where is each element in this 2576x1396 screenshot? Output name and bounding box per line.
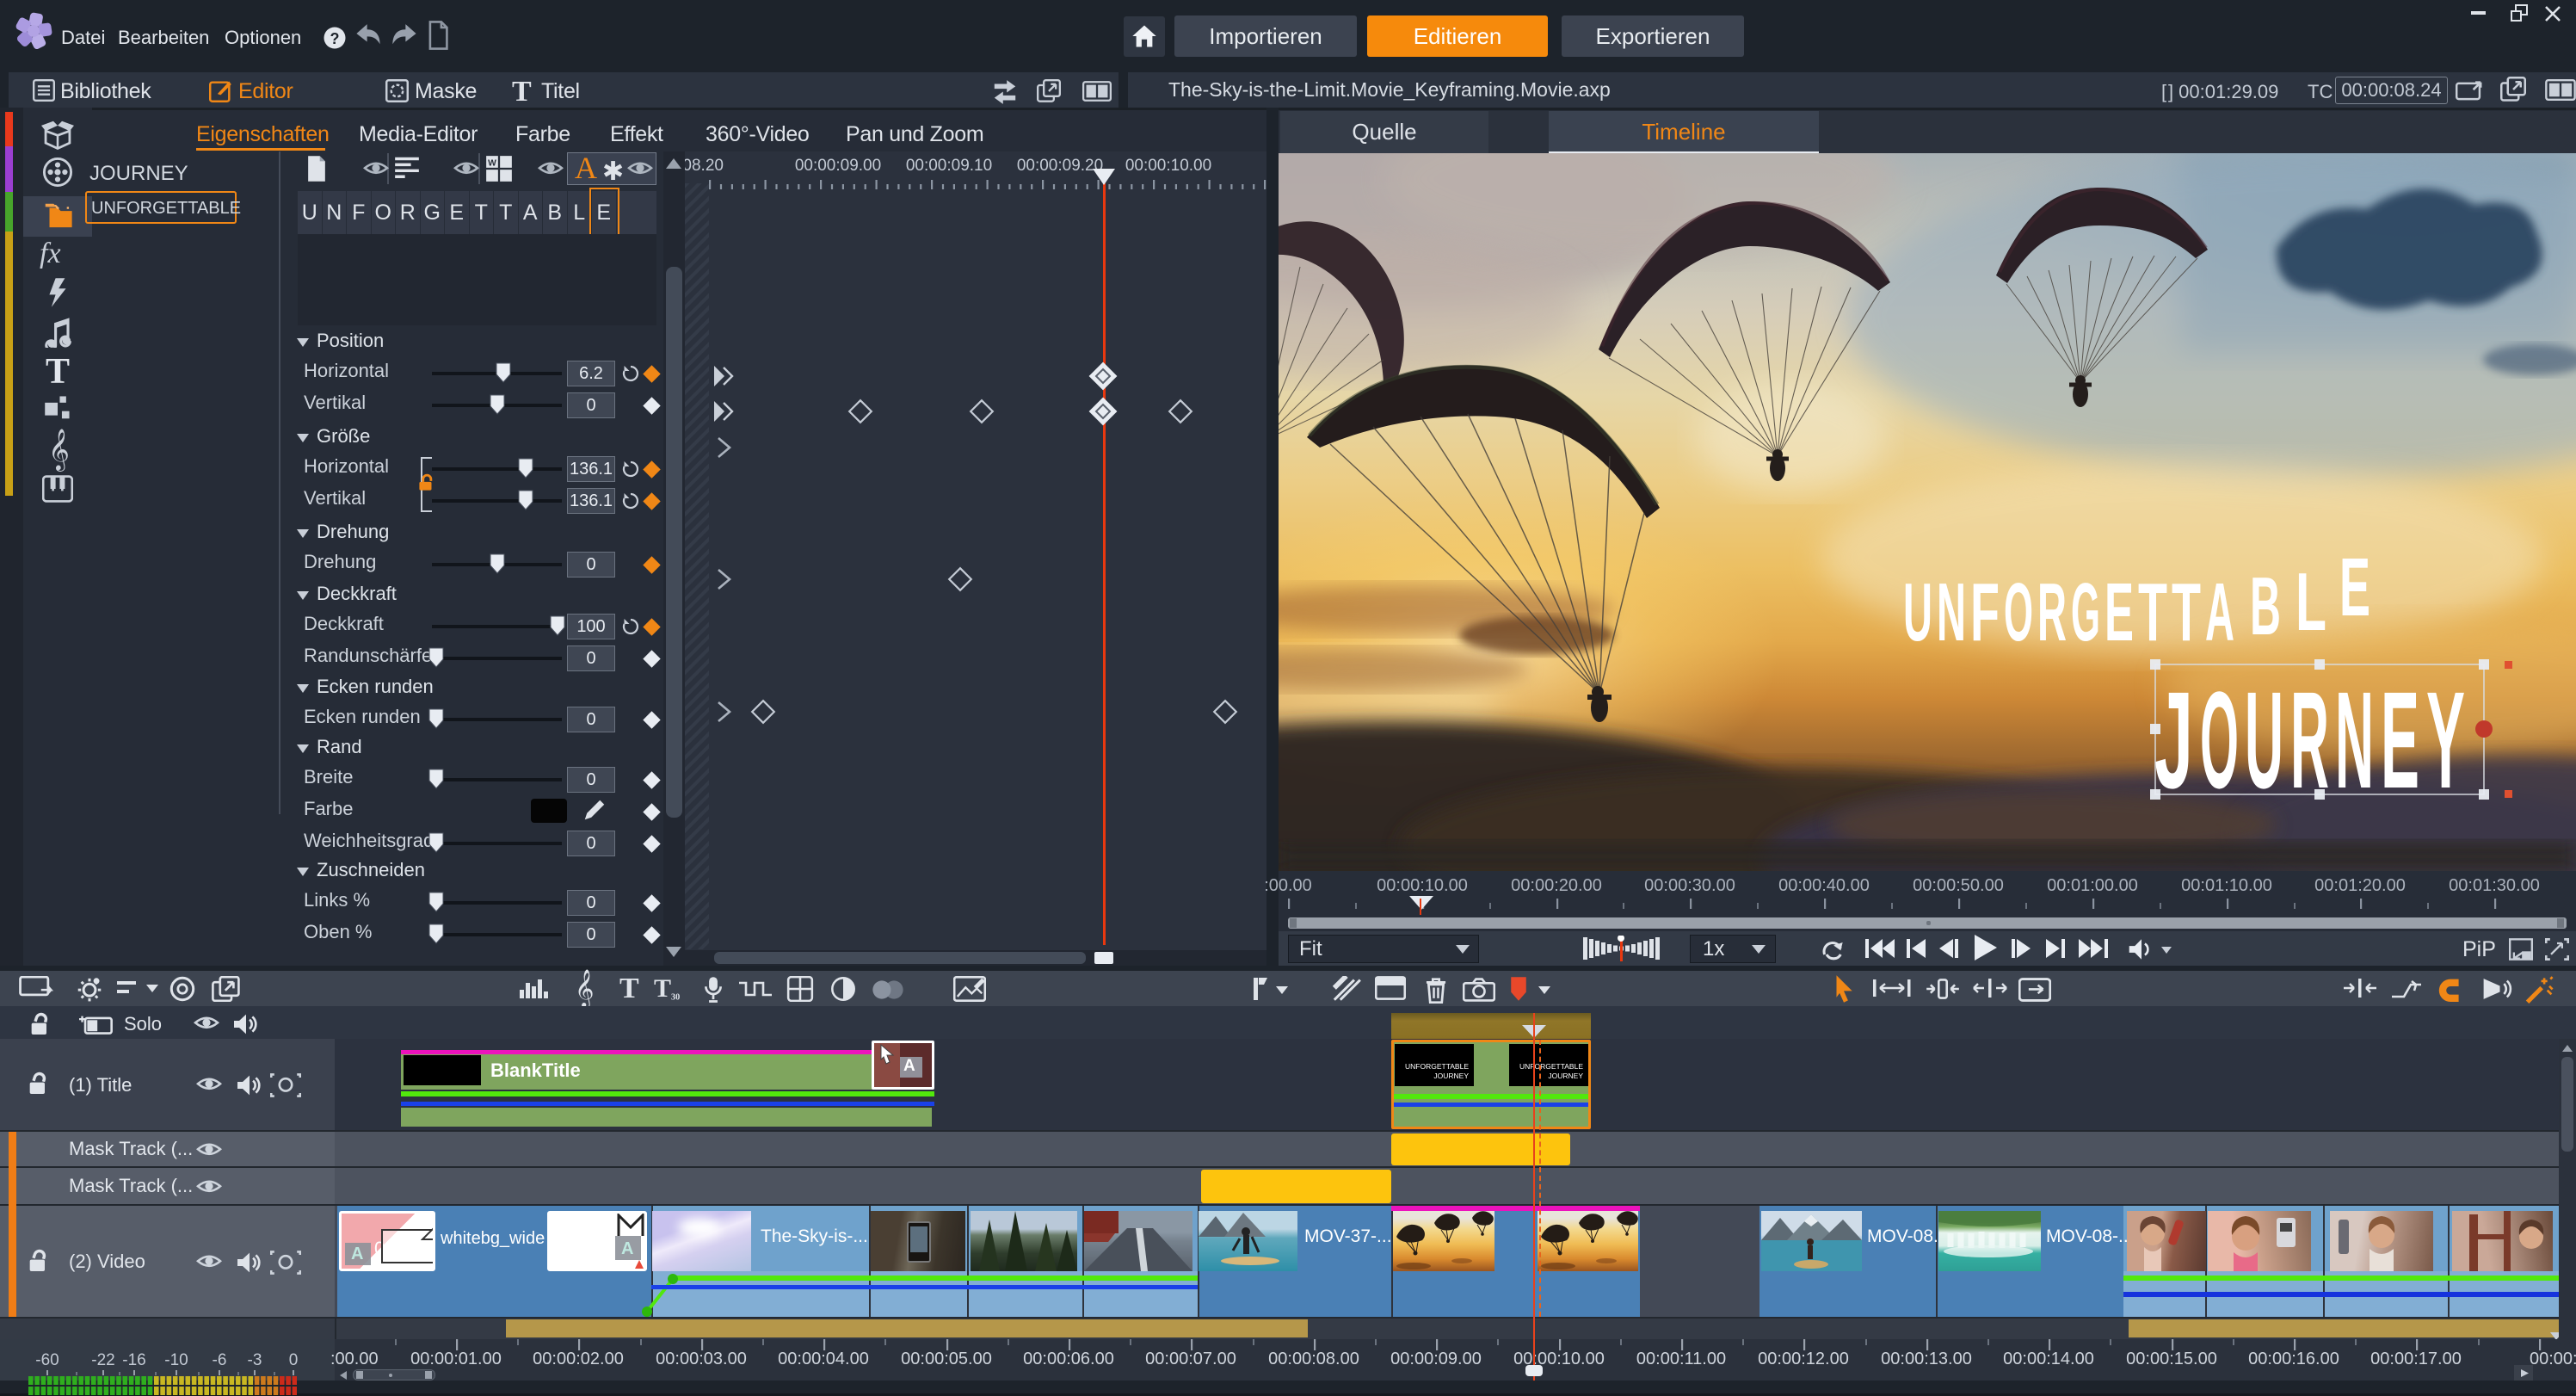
svg-text:F: F [1970,566,2000,658]
svg-text:T: T [2172,566,2201,658]
svg-text:R: R [2037,566,2067,658]
svg-text:U: U [1903,566,1932,658]
svg-text:A: A [2205,566,2234,658]
svg-text:JOURNEY: JOURNEY [1548,1072,1583,1080]
svg-text:N: N [2335,663,2374,817]
svg-text:JOURNEY: JOURNEY [1433,1072,1469,1080]
svg-text:E: E [2339,541,2370,633]
svg-text:T: T [2138,566,2167,658]
svg-text:N: N [1937,566,1966,658]
svg-text:G: G [2071,566,2100,658]
svg-text:O: O [2004,566,2033,658]
svg-text:UNFORGETTABLE: UNFORGETTABLE [1519,1062,1583,1071]
svg-text:E: E [2105,566,2134,658]
svg-text:Y: Y [2426,663,2465,817]
svg-text:?: ? [330,30,340,47]
svg-text:U: U [2245,663,2283,817]
svg-text:B: B [2250,560,2281,652]
svg-text:O: O [2200,663,2239,817]
svg-text:W: W [488,159,496,169]
svg-text:L: L [2296,556,2326,648]
svg-text:E: E [2381,663,2419,817]
svg-text:UNFORGETTABLE: UNFORGETTABLE [1405,1062,1469,1071]
